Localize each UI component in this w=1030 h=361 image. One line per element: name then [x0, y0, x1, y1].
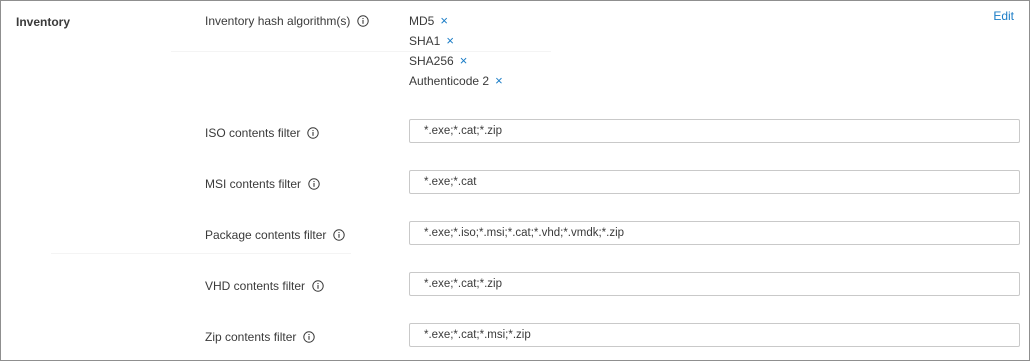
msi-filter-input[interactable]	[409, 170, 1020, 194]
info-icon[interactable]	[308, 178, 320, 190]
hash-algorithm-name: MD5	[409, 14, 435, 28]
inventory-settings-panel: Inventory Edit Inventory hash algorithm(…	[0, 0, 1030, 361]
info-icon[interactable]	[307, 127, 320, 139]
package-filter-label-row: Package contents filter	[205, 228, 346, 242]
iso-filter-input[interactable]	[409, 119, 1020, 143]
vhd-filter-input[interactable]	[409, 272, 1020, 296]
hash-algorithm-item: Authenticode 2 ×	[409, 71, 503, 91]
hash-algorithm-item: MD5 ×	[409, 11, 503, 31]
zip-filter-label-row: Zip contents filter	[205, 330, 316, 344]
hash-algorithm-item: SHA256 ×	[409, 51, 503, 71]
iso-filter-label-row: ISO contents filter	[205, 126, 320, 140]
hash-algorithm-name: SHA1	[409, 34, 441, 48]
edit-link[interactable]: Edit	[993, 9, 1014, 23]
zip-filter-label: Zip contents filter	[205, 330, 297, 344]
info-icon[interactable]	[303, 331, 316, 343]
info-icon[interactable]	[312, 280, 324, 292]
divider	[51, 253, 351, 254]
close-icon[interactable]: ×	[440, 14, 448, 27]
hash-algorithm-name: Authenticode 2	[409, 74, 490, 88]
info-icon[interactable]	[357, 15, 370, 27]
package-filter-label: Package contents filter	[205, 228, 327, 242]
zip-filter-input[interactable]	[409, 323, 1020, 347]
package-filter-input[interactable]	[409, 221, 1020, 245]
close-icon[interactable]: ×	[460, 54, 468, 67]
iso-filter-label: ISO contents filter	[205, 126, 301, 140]
hash-algorithm-name: SHA256	[409, 54, 454, 68]
hash-algorithm-label: Inventory hash algorithm(s)	[205, 14, 351, 28]
vhd-filter-label: VHD contents filter	[205, 279, 306, 293]
msi-filter-label-row: MSI contents filter	[205, 177, 320, 191]
hash-algorithm-label-row: Inventory hash algorithm(s)	[205, 14, 370, 28]
section-title: Inventory	[16, 15, 71, 29]
msi-filter-label: MSI contents filter	[205, 177, 302, 191]
close-icon[interactable]: ×	[446, 34, 454, 47]
hash-algorithm-list: MD5 × SHA1 × SHA256 × Authenticode 2 ×	[409, 11, 503, 91]
vhd-filter-label-row: VHD contents filter	[205, 279, 324, 293]
hash-algorithm-item: SHA1 ×	[409, 31, 503, 51]
info-icon[interactable]	[333, 229, 346, 241]
close-icon[interactable]: ×	[495, 74, 503, 87]
